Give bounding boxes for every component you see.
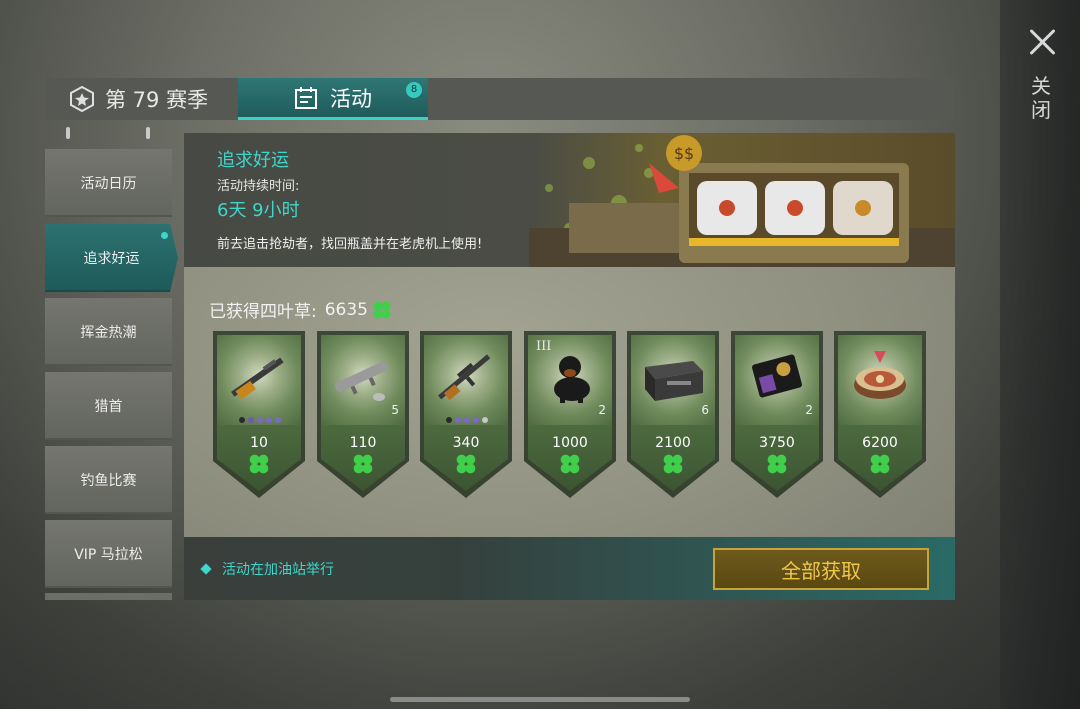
sidebar-item-label: 钓鱼比赛 (80, 473, 137, 489)
close-label[interactable]: 关闭 (1030, 74, 1054, 122)
reward-card-assault-rifle[interactable]: 340 (420, 331, 512, 498)
sidebar-item-label: 猎首 (94, 399, 123, 415)
reward-cost: 2100 (655, 435, 691, 451)
clover-icon (373, 301, 391, 318)
top-tab-bar: 第 79 赛季 活动 8 (45, 78, 955, 120)
clover-counter: 已获得四叶草: 6635 (209, 297, 392, 322)
season-emblem-icon (70, 86, 94, 112)
roulette-wheel-icon (854, 351, 906, 399)
reward-quantity: 6 (701, 403, 709, 417)
rocket-launcher-icon (335, 361, 388, 401)
close-panel: 关闭 (1000, 0, 1080, 709)
tab-activity[interactable]: 活动 8 (238, 78, 428, 120)
reward-cost: 110 (349, 435, 377, 451)
sidebar-item-vip-marathon[interactable]: VIP 马拉松 (45, 520, 172, 588)
sidebar-item-label: VIP 马拉松 (74, 547, 143, 563)
tab-activity-label: 活动 (330, 86, 372, 111)
reward-card-roulette-wheel[interactable]: 6200 (834, 331, 926, 498)
event-location-note: 活动在加油站举行 (200, 559, 334, 579)
shotgun-icon (231, 357, 284, 400)
clover-count-value: 6635 (324, 299, 368, 320)
rarity-dots (446, 417, 488, 423)
clover-icon (353, 454, 373, 474)
event-panel: $$ 追求好运 活动持续时间: 6天 9小时 前去追击抢劫者，找回瓶盖并在老虎机… (184, 133, 955, 600)
sidebar-item-fishing[interactable]: 钓鱼比赛 (45, 446, 172, 514)
clover-icon (456, 454, 476, 474)
rarity-dots (239, 417, 281, 423)
clover-icon (560, 454, 580, 474)
reward-card-rocket-launcher[interactable]: 5 110 (317, 331, 409, 498)
reward-tier: III (536, 339, 552, 354)
duration-label: 活动持续时间: (217, 179, 300, 194)
sidebar-item-lucky[interactable]: 追求好运 (45, 224, 178, 292)
tab-season[interactable]: 第 79 赛季 (45, 78, 238, 120)
reward-quantity: 5 (391, 403, 399, 417)
clover-icon (249, 454, 269, 474)
home-indicator[interactable] (390, 697, 690, 702)
reward-card-badge-wallet[interactable]: 2 3750 (731, 331, 823, 498)
reward-quantity: 2 (805, 403, 813, 417)
reward-cost: 3750 (759, 435, 795, 451)
tab-season-label: 第 79 赛季 (105, 88, 209, 112)
reward-cost: 1000 (552, 435, 588, 451)
assault-rifle-icon (438, 354, 491, 401)
event-title: 追求好运 (217, 150, 289, 171)
sidebar-item-label: 活动日历 (80, 176, 137, 192)
notification-badge: 8 (406, 82, 422, 98)
sidebar: 活动日历 追求好运 挥金热潮 猎首 钓鱼比赛 VIP 马拉松 (45, 125, 178, 600)
badge-wallet-icon (752, 354, 802, 398)
sidebar-item-calendar[interactable]: 活动日历 (45, 149, 172, 217)
svg-text:$$: $$ (674, 144, 694, 163)
slot-machine-truck-image: $$ (529, 135, 955, 267)
diamond-bullet-icon (200, 563, 212, 575)
sidebar-scroll-indicator (45, 125, 172, 143)
dog-icon (554, 356, 590, 403)
sidebar-item-label: 挥金热潮 (80, 325, 137, 341)
clover-icon (870, 454, 890, 474)
new-dot (161, 232, 168, 239)
reward-card-rottweiler[interactable]: III 2 1000 (524, 331, 616, 498)
sidebar-bottom-edge (45, 593, 172, 600)
reward-cost: 10 (250, 435, 268, 451)
reward-cost: 340 (452, 435, 480, 451)
calendar-icon (295, 86, 317, 109)
reward-card-weapon-crate[interactable]: 6 2100 (627, 331, 719, 498)
sidebar-item-gold-rush[interactable]: 挥金热潮 (45, 298, 172, 366)
claim-all-button[interactable]: 全部获取 (713, 548, 929, 590)
reward-card-shotgun[interactable]: 10 (213, 331, 305, 498)
event-description: 前去追击抢劫者，找回瓶盖并在老虎机上使用! (217, 237, 483, 252)
sidebar-item-headhunt[interactable]: 猎首 (45, 372, 172, 440)
duration-value: 6天 9小时 (217, 200, 300, 221)
reward-cost: 6200 (862, 435, 898, 451)
close-icon[interactable] (1028, 28, 1056, 56)
event-banner: $$ 追求好运 活动持续时间: 6天 9小时 前去追击抢劫者，找回瓶盖并在老虎机… (184, 133, 955, 267)
sidebar-item-label: 追求好运 (83, 251, 140, 267)
reward-quantity: 2 (598, 403, 606, 417)
crate-icon (645, 361, 703, 401)
clover-count-label: 已获得四叶草: (209, 302, 317, 322)
event-location-text: 活动在加油站举行 (222, 562, 334, 578)
event-footer: 活动在加油站举行 全部获取 (184, 537, 955, 600)
clover-icon (767, 454, 787, 474)
clover-icon (663, 454, 683, 474)
